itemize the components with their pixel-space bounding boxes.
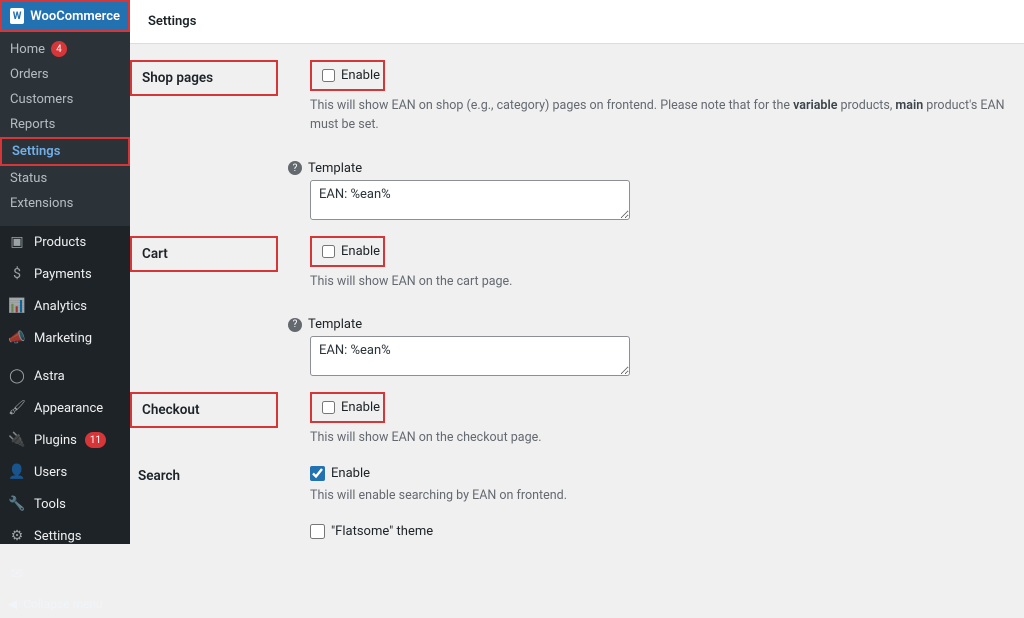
page-header: Settings [130, 0, 1024, 44]
menu-item-label: Appearance [34, 401, 103, 416]
menu-item-marketing[interactable]: 📣 Marketing [0, 322, 130, 354]
sidebar-woocommerce-header[interactable]: W WooCommerce [0, 0, 130, 32]
settings-form: Shop pages Enable This will show EAN on … [130, 44, 1024, 544]
cart-description: This will show EAN on the cart page. [310, 273, 1014, 292]
search-enable-checkbox[interactable] [310, 466, 325, 481]
menu-item-analytics[interactable]: 📊 Analytics [0, 290, 130, 322]
plug-icon: 🔌 [8, 431, 26, 449]
shop-enable-checkbox-wrap[interactable]: Enable [310, 60, 385, 91]
section-title-checkout: Checkout [130, 392, 278, 428]
sidebar-item-label: Extensions [10, 196, 73, 211]
sidebar-item-status[interactable]: Status [0, 166, 130, 191]
badge: 11 [85, 432, 106, 448]
search-enable-checkbox-wrap[interactable]: Enable [310, 466, 1014, 481]
cart-enable-label: Enable [341, 244, 380, 259]
checkout-description: This will show EAN on the checkout page. [310, 429, 1014, 448]
collapse-menu-button[interactable]: ◀ Collapse menu [0, 590, 130, 618]
section-cart: Cart Enable This will show EAN on the ca… [130, 230, 1024, 387]
mail-icon: ✉ [8, 565, 26, 583]
shop-template-textarea[interactable]: EAN: %ean% [310, 180, 630, 220]
menu-item-label: Users [34, 465, 67, 480]
sidebar-item-settings[interactable]: Settings [0, 137, 130, 166]
menu-item-label: Marketing [34, 331, 92, 346]
section-shop-pages: Shop pages Enable This will show EAN on … [130, 54, 1024, 230]
menu-item-astra[interactable]: ◯ Astra [0, 360, 130, 392]
dollar-icon: $ [8, 265, 26, 283]
admin-sidebar: W WooCommerce Home 4Orders Customers Report… [0, 0, 130, 544]
shop-enable-label: Enable [341, 68, 380, 83]
menu-item-products[interactable]: ▣ Products [0, 226, 130, 258]
sidebar-top-label: WooCommerce [30, 9, 120, 24]
admin-menu: ▣ Products $ Payments 📊 Analytics 📣 Marketing ◯ A… [0, 226, 130, 590]
menu-item-label: Astra [34, 369, 65, 384]
menu-item-label: Tools [34, 497, 66, 512]
collapse-icon: ◀ [8, 597, 17, 611]
page-title: Settings [148, 14, 196, 29]
gear-icon: ⚙ [8, 527, 26, 545]
user-icon: 👤 [8, 463, 26, 481]
checkout-enable-checkbox-wrap[interactable]: Enable [310, 392, 385, 423]
help-icon[interactable]: ? [288, 318, 302, 332]
sidebar-item-home[interactable]: Home 4 [0, 36, 130, 62]
chart-icon: 📊 [8, 297, 26, 315]
shop-description: This will show EAN on shop (e.g., catego… [310, 97, 1014, 135]
cart-enable-checkbox[interactable] [322, 244, 335, 259]
search-description: This will enable searching by EAN on fro… [310, 487, 1014, 506]
megaphone-icon: 📣 [8, 329, 26, 347]
sidebar-item-label: Status [10, 171, 47, 186]
sidebar-item-label: Customers [10, 92, 73, 107]
menu-item-label: Plugins [34, 433, 77, 448]
sidebar-item-customers[interactable]: Customers [0, 87, 130, 112]
shop-enable-checkbox[interactable] [322, 68, 335, 83]
sidebar-item-reports[interactable]: Reports [0, 112, 130, 137]
woocommerce-submenu: Home 4Orders Customers Reports Settings Statu… [0, 32, 130, 226]
menu-item-appearance[interactable]: 🖌 Appearance [0, 392, 130, 424]
section-title-shop: Shop pages [130, 60, 278, 96]
wrench-icon: 🔧 [8, 495, 26, 513]
section-title-search: Search [138, 468, 180, 484]
flatsome-checkbox-wrap[interactable]: "Flatsome" theme [310, 524, 1014, 539]
section-checkout: Checkout Enable This will show EAN on th… [130, 386, 1024, 454]
menu-item-zeptomail[interactable]: ✉ ZeptoMail [0, 558, 130, 590]
badge: 4 [51, 41, 67, 57]
flatsome-checkbox[interactable] [310, 524, 325, 539]
help-icon[interactable]: ? [288, 161, 302, 175]
cart-template-label: Template [308, 317, 362, 332]
menu-item-payments[interactable]: $ Payments [0, 258, 130, 290]
sidebar-item-orders[interactable]: Orders [0, 62, 130, 87]
main-content: Settings Shop pages Enable This will sho… [130, 0, 1024, 544]
cart-template-textarea[interactable]: EAN: %ean% [310, 336, 630, 376]
astra-icon: ◯ [8, 367, 26, 385]
menu-item-settings[interactable]: ⚙ Settings [0, 520, 130, 552]
collapse-label: Collapse menu [23, 597, 102, 611]
search-enable-label: Enable [331, 466, 370, 481]
sidebar-item-extensions[interactable]: Extensions [0, 191, 130, 216]
menu-item-users[interactable]: 👤 Users [0, 456, 130, 488]
checkout-enable-checkbox[interactable] [322, 400, 335, 415]
menu-item-label: ZeptoMail [34, 567, 92, 582]
menu-item-tools[interactable]: 🔧 Tools [0, 488, 130, 520]
cube-icon: ▣ [8, 233, 26, 251]
menu-item-label: Payments [34, 267, 92, 282]
sidebar-item-label: Settings [12, 144, 60, 159]
woocommerce-icon: W [10, 8, 24, 24]
sidebar-item-label: Home [10, 42, 45, 57]
menu-item-label: Analytics [34, 299, 87, 314]
section-search: Search Enable This will enable searching… [130, 454, 1024, 544]
menu-item-label: Settings [34, 529, 81, 544]
sidebar-item-label: Orders [10, 67, 49, 82]
cart-enable-checkbox-wrap[interactable]: Enable [310, 236, 385, 267]
menu-item-label: Products [34, 235, 86, 250]
shop-template-label: Template [308, 161, 362, 176]
flatsome-label: "Flatsome" theme [331, 524, 433, 539]
section-title-cart: Cart [130, 236, 278, 272]
menu-item-plugins[interactable]: 🔌 Plugins 11 [0, 424, 130, 456]
brush-icon: 🖌 [8, 399, 26, 417]
checkout-enable-label: Enable [341, 400, 380, 415]
sidebar-item-label: Reports [10, 117, 55, 132]
